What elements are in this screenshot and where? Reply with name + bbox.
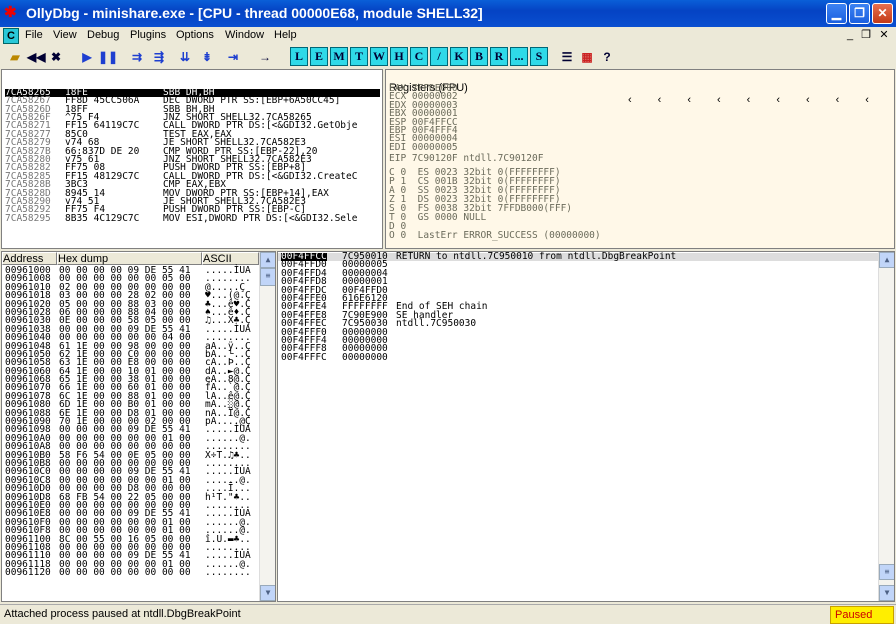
register-value: EDI 00000005 [389, 141, 458, 153]
window-title: OllyDbg - minishare.exe - [CPU - thread … [26, 5, 483, 21]
registers-pane[interactable]: Registers (FPU) ‹‹‹‹‹‹‹‹‹ EAX 7FFDE000 EC… [385, 69, 895, 249]
menu-plugins[interactable]: Plugins [130, 29, 166, 41]
run-trace-button[interactable]: ... [510, 47, 528, 66]
step-over-icon[interactable]: ⇶ [150, 48, 168, 67]
dump-header-ascii[interactable]: ASCII [202, 252, 259, 265]
paused-indicator: Paused [830, 606, 894, 624]
threads-button[interactable]: T [350, 47, 368, 66]
dump-row[interactable]: 00961120 00 00 00 00 00 00 00 00........ [5, 567, 260, 579]
patches-button[interactable]: / [430, 47, 448, 66]
call-stack-button[interactable]: K [450, 47, 468, 66]
stack-pane[interactable]: 00F4FFCC 7C950010 RETURN to ntdll.7C950010… [277, 251, 895, 602]
references-button[interactable]: R [490, 47, 508, 66]
maximize-button[interactable]: ❐ [849, 3, 870, 24]
dump-pane[interactable]: Address Hex dump ASCII 00961000 00 00 00 … [1, 251, 276, 602]
stack-address: 00F4FFFC [281, 351, 327, 363]
menu-help[interactable]: Help [274, 29, 297, 41]
handles-button[interactable]: H [390, 47, 408, 66]
stack-value: 00000000 [342, 351, 388, 363]
breakpoints-button[interactable]: B [470, 47, 488, 66]
close-program-icon[interactable]: ✖ [47, 48, 65, 67]
menu-window[interactable]: Window [225, 29, 264, 41]
log-window-button[interactable]: L [290, 47, 308, 66]
dump-hex: 00 00 00 00 00 00 00 00 [59, 567, 191, 579]
step-into-icon[interactable]: ⇉ [128, 48, 146, 67]
stack-comment: RETURN to ntdll.7C950010 from ntdll.DbgB… [396, 251, 677, 262]
mdi-restore-icon[interactable]: ❐ [858, 28, 874, 43]
dump-ascii: ........ [205, 567, 251, 579]
ollydbg-bug-icon: ✱ [4, 4, 17, 21]
toolbar: ▰ ◀◀ ✖ ▶ ❚❚ ⇉ ⇶ ⇊ ⇟ ⇥ → L E M T W H C / … [0, 46, 896, 68]
trace-over-icon[interactable]: ⇟ [198, 48, 216, 67]
help-icon[interactable]: ? [598, 48, 616, 67]
scroll-up-icon[interactable]: ▲ [879, 252, 894, 268]
status-message: Attached process paused at ntdll.DbgBrea… [4, 608, 241, 620]
stack-row[interactable]: 00F4FFFC 00000000 [278, 351, 878, 363]
disassembly-pane[interactable]: 7CA58265 18FE SBB DH,BH 7CA58267 FF8D 45CC50… [1, 69, 383, 249]
memory-map-button[interactable]: M [330, 47, 348, 66]
stack-comment: ntdll.7C950030 [396, 318, 477, 330]
minimize-button[interactable]: ▁ [826, 3, 847, 24]
dump-address: 00961120 [5, 567, 51, 579]
pause-icon[interactable]: ❚❚ [98, 48, 118, 67]
flags-block: C 0 ES 0023 32bit 0(FFFFFFFF) P 1 CS 001B… [389, 167, 601, 241]
disasm-bytes: 8B35 4C129C7C [65, 212, 140, 224]
open-icon[interactable]: ▰ [6, 48, 24, 67]
execute-till-return-icon[interactable]: ⇥ [224, 48, 242, 67]
cpu-button[interactable]: C [410, 47, 428, 66]
close-button[interactable]: ✕ [872, 3, 893, 24]
mdi-minimize-icon[interactable]: _ [842, 28, 858, 43]
menu-view[interactable]: View [53, 29, 77, 41]
status-bar: Attached process paused at ntdll.DbgBrea… [0, 604, 896, 624]
restart-icon[interactable]: ◀◀ [27, 48, 45, 67]
scroll-thumb[interactable]: ≡ [879, 564, 894, 580]
register-eip: EIP 7C90120F ntdll.7C90120F [389, 153, 544, 165]
menu-bar: C File View Debug Plugins Options Window… [0, 27, 896, 46]
menu-options[interactable]: Options [176, 29, 214, 41]
flag-row: O 0 LastErr ERROR_SUCCESS (00000000) [389, 229, 601, 241]
stack-scrollbar[interactable]: ▲ ≡ ▼ [878, 252, 894, 601]
trace-into-icon[interactable]: ⇊ [176, 48, 194, 67]
title-bar: ✱ OllyDbg - minishare.exe - [CPU - threa… [0, 0, 896, 27]
windows-button[interactable]: W [370, 47, 388, 66]
scroll-up-icon[interactable]: ▲ [260, 252, 275, 268]
scroll-down-icon[interactable]: ▼ [260, 585, 275, 601]
run-icon[interactable]: ▶ [78, 48, 96, 67]
source-button[interactable]: S [530, 47, 548, 66]
executables-button[interactable]: E [310, 47, 328, 66]
scroll-down-icon[interactable]: ▼ [879, 585, 894, 601]
disasm-instruction: MOV ESI,DWORD PTR DS:[<&GDI32.Sele [163, 212, 358, 224]
scroll-thumb[interactable]: ≡ [260, 268, 275, 286]
disasm-address: 7CA58295 [5, 212, 51, 224]
menu-file[interactable]: File [25, 29, 43, 41]
disasm-row[interactable]: 7CA58295 8B35 4C129C7C MOV ESI,DWORD PTR D… [5, 212, 382, 224]
registers-header[interactable]: Registers (FPU) ‹‹‹‹‹‹‹‹‹ [386, 70, 894, 106]
appearance-icon[interactable]: ▦ [578, 48, 596, 67]
cpu-window-icon[interactable]: C [3, 28, 19, 44]
flag-row: T 0 GS 0000 NULL [389, 211, 487, 223]
menu-debug[interactable]: Debug [87, 29, 119, 41]
registers-nav-arrows[interactable]: ‹‹‹‹‹‹‹‹‹ [628, 94, 894, 106]
dump-header-address[interactable]: Address [2, 252, 57, 265]
dump-header-hex[interactable]: Hex dump [57, 252, 202, 265]
dump-scrollbar[interactable]: ▲ ≡ ▼ [259, 252, 275, 601]
mdi-close-icon[interactable]: ✕ [876, 28, 892, 43]
list-icon[interactable]: ☰ [558, 48, 576, 67]
goto-icon[interactable]: → [256, 48, 274, 67]
